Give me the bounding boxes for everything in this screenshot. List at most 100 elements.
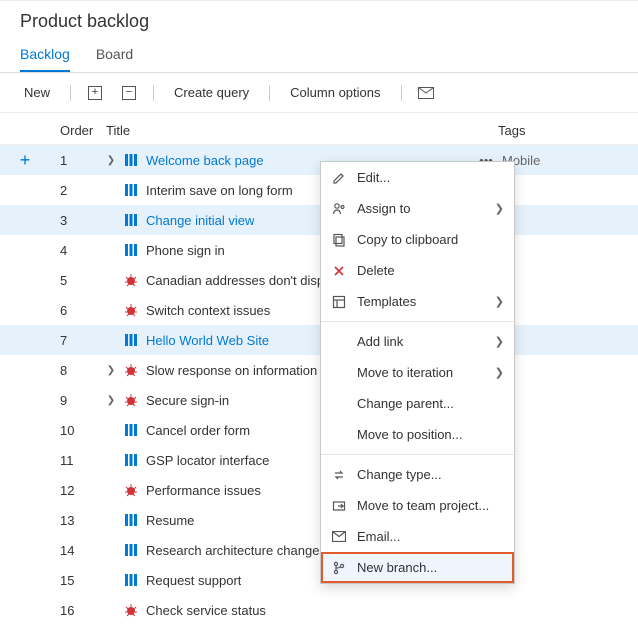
table-row[interactable]: +1❯Welcome back page•••Mobile — [0, 145, 638, 175]
work-item-title[interactable]: Cancel order form — [146, 423, 250, 438]
templates-icon — [331, 294, 347, 310]
cell-order: 1 — [50, 153, 106, 168]
work-item-title[interactable]: Slow response on information — [146, 363, 317, 378]
column-header-title[interactable]: Title — [106, 123, 498, 138]
pbi-icon — [124, 183, 138, 197]
work-item-title[interactable]: Phone sign in — [146, 243, 225, 258]
work-item-title[interactable]: Request support — [146, 573, 241, 588]
context-menu: Edit... Assign to❯Copy to clipboard Delete… — [320, 161, 515, 584]
work-item-title[interactable]: GSP locator interface — [146, 453, 269, 468]
work-item-title[interactable]: Interim save on long form — [146, 183, 293, 198]
cell-order: 2 — [50, 183, 106, 198]
menu-item[interactable]: New branch... — [321, 552, 514, 583]
cell-order: 16 — [50, 603, 106, 618]
column-header-order[interactable]: Order — [50, 123, 106, 138]
page-title: Product backlog — [0, 1, 638, 36]
submenu-chevron-icon: ❯ — [495, 202, 504, 215]
expand-chevron-icon[interactable]: ❯ — [106, 395, 116, 406]
cell-order: 5 — [50, 273, 106, 288]
separator — [70, 85, 71, 101]
table-row[interactable]: 14❯Research architecture changes — [0, 535, 638, 565]
table-row[interactable]: 4❯Phone sign in — [0, 235, 638, 265]
menu-item-label: Move to iteration — [357, 365, 485, 380]
menu-item[interactable]: Move to iteration❯ — [321, 357, 514, 388]
toolbar: New Create query Column options — [0, 73, 638, 113]
tab-board[interactable]: Board — [96, 40, 133, 72]
expand-icon[interactable] — [87, 85, 103, 101]
collapse-icon[interactable] — [121, 85, 137, 101]
menu-item-label: Delete — [357, 263, 504, 278]
cell-order: 11 — [50, 453, 106, 468]
column-header-tags[interactable]: Tags — [498, 123, 638, 138]
expand-chevron-icon[interactable]: ❯ — [106, 365, 116, 376]
menu-item-label: Change parent... — [357, 396, 504, 411]
cell-order: 4 — [50, 243, 106, 258]
cell-order: 7 — [50, 333, 106, 348]
work-item-title[interactable]: Resume — [146, 513, 194, 528]
bug-icon — [124, 483, 138, 497]
table-row[interactable]: 3 ❯ Change initial view — [0, 205, 638, 235]
menu-item[interactable]: Delete — [321, 255, 514, 286]
cell-order: 3 — [50, 213, 106, 228]
table-row[interactable]: 10❯Cancel order form — [0, 415, 638, 445]
menu-item[interactable]: Add link❯ — [321, 326, 514, 357]
table-row[interactable]: 2❯Interim save on long form — [0, 175, 638, 205]
table-row[interactable]: 16❯Check service status — [0, 595, 638, 625]
blank-icon — [331, 427, 347, 443]
add-child-icon[interactable]: + — [20, 151, 31, 169]
menu-item[interactable]: Move to team project... — [321, 490, 514, 521]
table-row[interactable]: 13❯Resume — [0, 505, 638, 535]
menu-item[interactable]: Edit... — [321, 162, 514, 193]
branch-icon — [331, 560, 347, 576]
tab-backlog[interactable]: Backlog — [20, 40, 70, 72]
work-item-title[interactable]: Hello World Web Site — [146, 333, 269, 348]
separator — [401, 85, 402, 101]
new-button[interactable]: New — [20, 83, 54, 102]
table-row[interactable]: 11❯GSP locator interface — [0, 445, 638, 475]
menu-item[interactable]: Copy to clipboard — [321, 224, 514, 255]
table-row[interactable]: 5❯Canadian addresses don't disp — [0, 265, 638, 295]
work-item-title[interactable]: Secure sign-in — [146, 393, 229, 408]
menu-item-label: Move to team project... — [357, 498, 504, 513]
work-item-title[interactable]: Performance issues — [146, 483, 261, 498]
pbi-icon — [124, 213, 138, 227]
cell-order: 10 — [50, 423, 106, 438]
menu-item[interactable]: Email... — [321, 521, 514, 552]
work-item-title[interactable]: Switch context issues — [146, 303, 270, 318]
table-row[interactable]: 8❯Slow response on information — [0, 355, 638, 385]
pbi-icon — [124, 573, 138, 587]
work-item-title[interactable]: Change initial view — [146, 213, 254, 228]
table-row[interactable]: 12❯Performance issues — [0, 475, 638, 505]
menu-item-label: Add link — [357, 334, 485, 349]
pbi-icon — [124, 243, 138, 257]
column-options-button[interactable]: Column options — [286, 83, 384, 102]
table-row[interactable]: 9❯ Secure sign-in — [0, 385, 638, 415]
cell-order: 9 — [50, 393, 106, 408]
work-item-title[interactable]: Welcome back page — [146, 153, 264, 168]
menu-item[interactable]: Change type... — [321, 459, 514, 490]
table-row[interactable]: 15❯Request support — [0, 565, 638, 595]
menu-item[interactable]: Templates❯ — [321, 286, 514, 317]
table-row[interactable]: 6❯Switch context issues — [0, 295, 638, 325]
table-row[interactable]: 7❯Hello World Web Site — [0, 325, 638, 355]
menu-item[interactable]: Assign to❯ — [321, 193, 514, 224]
work-item-title[interactable]: Canadian addresses don't disp — [146, 273, 324, 288]
assign-icon — [331, 201, 347, 217]
column-headers: Order Title Tags — [0, 113, 638, 145]
pbi-icon — [124, 513, 138, 527]
bug-icon — [124, 303, 138, 317]
cell-tags: Mobile — [498, 153, 638, 168]
expand-chevron-icon[interactable]: ❯ — [106, 155, 116, 166]
mail-icon[interactable] — [418, 85, 434, 101]
work-item-title[interactable]: Check service status — [146, 603, 266, 618]
menu-item[interactable]: Change parent... — [321, 388, 514, 419]
backlog-rows: +1❯Welcome back page•••Mobile2❯Interim s… — [0, 145, 638, 625]
bug-icon — [124, 273, 138, 287]
menu-item-label: Edit... — [357, 170, 504, 185]
create-query-button[interactable]: Create query — [170, 83, 253, 102]
bug-icon — [124, 363, 138, 377]
work-item-title[interactable]: Research architecture changes — [146, 543, 326, 558]
bug-icon — [124, 393, 138, 407]
menu-item[interactable]: Move to position... — [321, 419, 514, 450]
edit-icon — [331, 170, 347, 186]
